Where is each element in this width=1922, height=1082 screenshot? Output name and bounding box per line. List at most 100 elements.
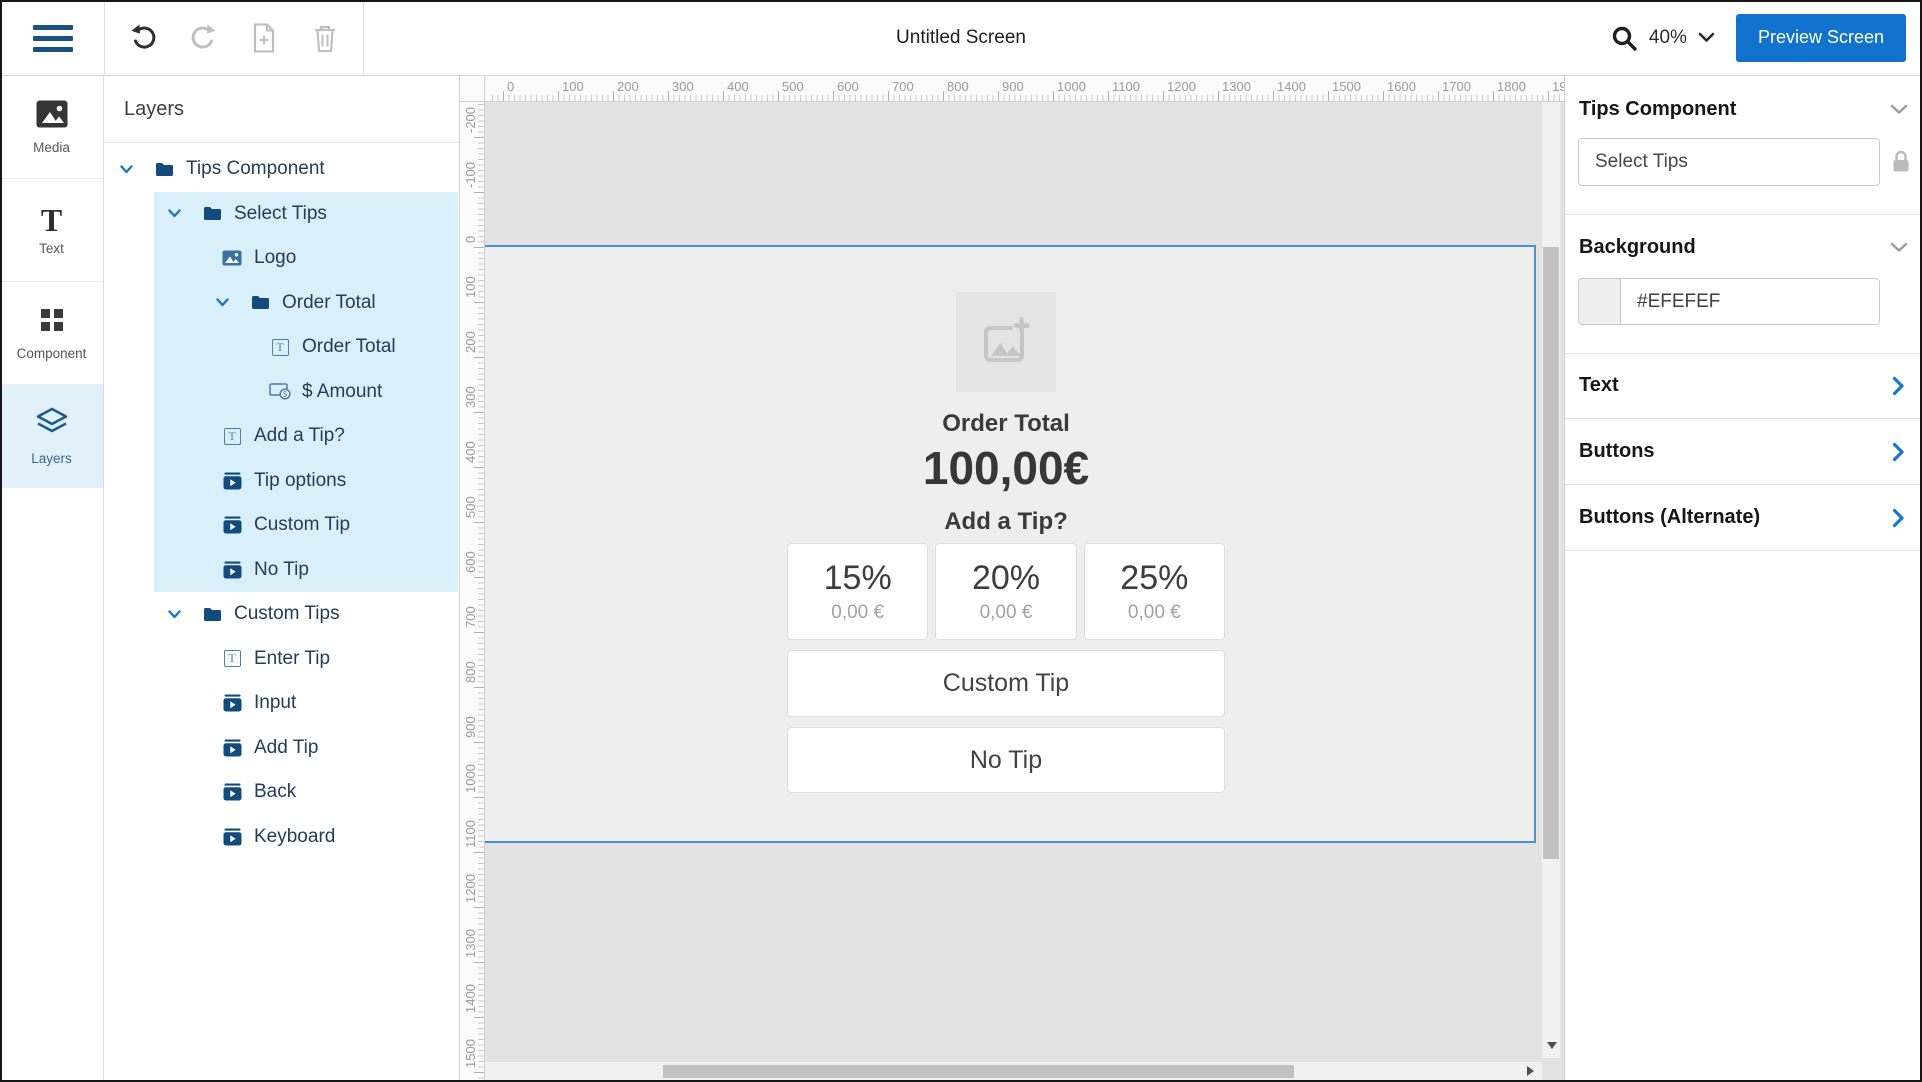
collapse-chevron-down-icon[interactable] xyxy=(1890,242,1908,253)
ruler-label: 500 xyxy=(782,79,804,94)
horizontal-scrollbar-thumb[interactable] xyxy=(663,1065,1294,1078)
layer-item-back[interactable]: Back xyxy=(104,770,458,815)
app-window: Untitled Screen 40% Preview Screen xyxy=(0,0,1922,1082)
ruler-label: 0 xyxy=(507,79,514,94)
layer-item-tips-component[interactable]: Tips Component xyxy=(104,147,458,192)
layer-item-order-total[interactable]: TOrder Total xyxy=(104,325,458,370)
vertical-scrollbar[interactable] xyxy=(1542,76,1560,1058)
rail-item-text[interactable]: T Text xyxy=(0,179,103,282)
layer-item-no-tip[interactable]: No Tip xyxy=(104,548,458,593)
layer-item-tip-options[interactable]: Tip options xyxy=(104,459,458,504)
ruler-tick xyxy=(1328,91,1329,101)
image-add-icon xyxy=(978,316,1034,368)
ruler-label: 200 xyxy=(617,79,639,94)
button-icon xyxy=(220,828,244,846)
layer-item-keyboard[interactable]: Keyboard xyxy=(104,815,458,860)
preview-screen-button[interactable]: Preview Screen xyxy=(1736,14,1906,62)
section-link-buttons-alternate[interactable]: Buttons (Alternate) xyxy=(1565,485,1922,551)
hamburger-menu-button[interactable] xyxy=(33,25,73,52)
button-icon xyxy=(220,516,244,534)
layers-icon xyxy=(33,406,71,445)
ruler-label: 400 xyxy=(463,441,478,463)
tip-button-20[interactable]: 20%0,00 € xyxy=(935,543,1076,640)
layer-label: Add a Tip? xyxy=(254,425,345,447)
layer-item-enter-tip[interactable]: TEnter Tip xyxy=(104,637,458,682)
section-link-buttons[interactable]: Buttons xyxy=(1565,419,1922,485)
zoom-level-value[interactable]: 40% xyxy=(1649,27,1687,49)
trash-icon xyxy=(312,23,338,53)
color-swatch[interactable] xyxy=(1579,279,1621,324)
rail-item-media[interactable]: Media xyxy=(0,76,103,179)
button-icon xyxy=(220,472,244,490)
horizontal-scrollbar[interactable] xyxy=(485,1062,1542,1082)
chevron-down-icon[interactable] xyxy=(168,610,196,619)
ruler-label: 1500 xyxy=(1332,79,1361,94)
layer-item-custom-tip[interactable]: Custom Tip xyxy=(104,503,458,548)
zoom-chevron-down-icon[interactable] xyxy=(1698,32,1715,43)
ruler-corner xyxy=(460,76,485,102)
custom-tip-button[interactable]: Custom Tip xyxy=(787,650,1225,717)
properties-panel: Tips Component Select Tips Background #E… xyxy=(1564,76,1922,1082)
design-canvas[interactable]: 0100200300400500600700800900100011001200… xyxy=(460,76,1564,1082)
scroll-down-arrow-icon[interactable] xyxy=(1547,1042,1557,1049)
lock-icon[interactable] xyxy=(1890,149,1912,180)
button-icon xyxy=(220,561,244,579)
undo-button[interactable] xyxy=(115,10,171,66)
ruler-tick xyxy=(1548,91,1549,101)
screen-frame[interactable]: Order Total 100,00€ Add a Tip? 15%0,00 €… xyxy=(476,245,1536,843)
scroll-right-arrow-icon[interactable] xyxy=(1527,1066,1534,1076)
image-placeholder[interactable] xyxy=(956,292,1056,392)
layer-item-logo[interactable]: Logo xyxy=(104,236,458,281)
rail-item-component[interactable]: Component xyxy=(0,282,103,385)
ruler-tick xyxy=(474,907,484,908)
no-tip-button[interactable]: No Tip xyxy=(787,727,1225,793)
ruler-label: 800 xyxy=(947,79,969,94)
order-total-value: 100,00€ xyxy=(478,441,1534,495)
delete-button[interactable] xyxy=(297,10,353,66)
background-title: Background xyxy=(1579,236,1696,259)
ruler-label: 1000 xyxy=(1057,79,1086,94)
layer-item-order-total[interactable]: Order Total xyxy=(104,281,458,326)
component-icon xyxy=(37,305,67,340)
layer-item-select-tips[interactable]: Select Tips xyxy=(104,192,458,237)
tip-amount: 0,00 € xyxy=(980,602,1033,624)
layer-item-amount[interactable]: $$ Amount xyxy=(104,370,458,415)
layer-item-add-a-tip[interactable]: TAdd a Tip? xyxy=(104,414,458,459)
chevron-down-icon[interactable] xyxy=(216,298,244,307)
ruler-tick xyxy=(474,577,484,578)
layer-item-custom-tips[interactable]: Custom Tips xyxy=(104,592,458,637)
ruler-tick xyxy=(668,91,669,101)
layer-item-input[interactable]: Input xyxy=(104,681,458,726)
layer-label: Back xyxy=(254,781,296,803)
tip-button-25[interactable]: 25%0,00 € xyxy=(1084,543,1225,640)
layer-label: Tips Component xyxy=(186,158,325,180)
chevron-down-icon[interactable] xyxy=(168,209,196,218)
ruler-tick xyxy=(503,91,504,101)
ruler-label: 900 xyxy=(1002,79,1024,94)
chevron-right-icon xyxy=(1888,441,1908,463)
zoom-search-icon[interactable] xyxy=(1610,24,1638,52)
section-link-label: Buttons (Alternate) xyxy=(1579,506,1760,529)
redo-button[interactable] xyxy=(176,10,232,66)
layer-label: $ Amount xyxy=(302,381,382,403)
layer-label: No Tip xyxy=(254,559,309,581)
vertical-scrollbar-thumb[interactable] xyxy=(1543,247,1559,859)
ruler-tick xyxy=(474,247,484,248)
text-icon: T xyxy=(268,339,292,356)
ruler-label: 1100 xyxy=(463,820,478,848)
component-state-select[interactable]: Select Tips xyxy=(1578,138,1880,186)
duplicate-screen-button[interactable] xyxy=(236,10,292,66)
rail-item-layers[interactable]: Layers xyxy=(0,385,103,488)
background-color-input[interactable]: #EFEFEF xyxy=(1578,278,1880,325)
ruler-label: 1900 xyxy=(1552,79,1564,94)
collapse-chevron-down-icon[interactable] xyxy=(1890,104,1908,115)
ruler-tick xyxy=(474,962,484,963)
tip-button-15[interactable]: 15%0,00 € xyxy=(787,543,928,640)
chevron-right-icon xyxy=(1888,507,1908,529)
chevron-down-icon[interactable] xyxy=(120,165,148,174)
layer-label: Tip options xyxy=(254,470,346,492)
ruler-label: 300 xyxy=(672,79,694,94)
ruler-label: 1600 xyxy=(1387,79,1416,94)
section-link-text[interactable]: Text xyxy=(1565,353,1922,419)
layer-item-add-tip[interactable]: Add Tip xyxy=(104,726,458,771)
